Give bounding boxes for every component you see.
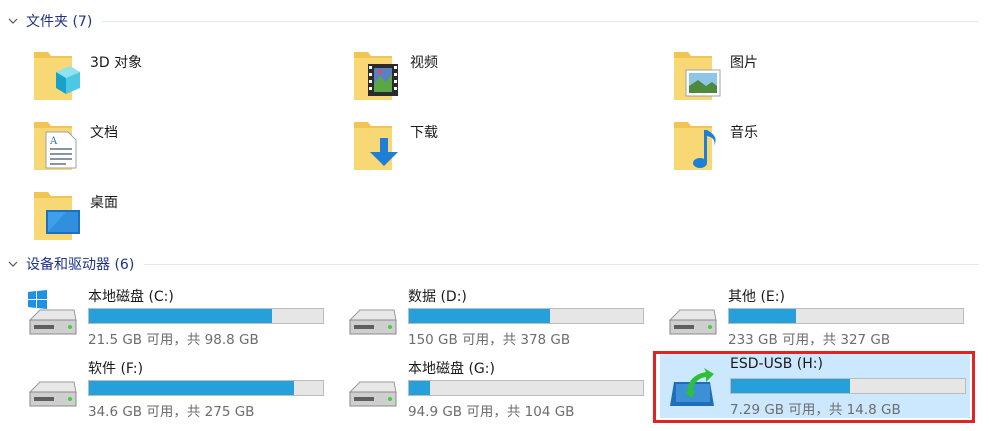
- drive-usage-bar: [728, 308, 964, 324]
- folder-3d-objects[interactable]: 3D 对象: [32, 44, 332, 106]
- hard-drive-icon: [28, 381, 77, 407]
- drive-name: 其他 (E:): [728, 289, 785, 305]
- folder-downloads[interactable]: 下载: [352, 114, 652, 176]
- folder-label: 桌面: [90, 195, 118, 211]
- pictures-folder-icon: [674, 52, 721, 100]
- drive-name: 数据 (D:): [408, 289, 467, 305]
- folder-videos[interactable]: 视频: [352, 44, 652, 106]
- drive-space-info: 94.9 GB 可用，共 104 GB: [408, 404, 575, 420]
- folder-label: 下载: [410, 125, 438, 141]
- drive-space-info: 233 GB 可用，共 327 GB: [728, 332, 891, 348]
- highlight-annotation-box: [653, 351, 975, 423]
- drive-space-info: 34.6 GB 可用，共 275 GB: [88, 404, 255, 420]
- music-folder-icon: [674, 122, 716, 170]
- drive-d[interactable]: 数据 (D:) 150 GB 可用，共 378 GB: [346, 284, 656, 348]
- folder-pictures[interactable]: 图片: [672, 44, 972, 106]
- drive-name: 本地磁盘 (G:): [408, 361, 495, 377]
- folder-label: 视频: [410, 55, 438, 71]
- drive-usage-fill: [89, 309, 272, 323]
- folder-desktop[interactable]: 桌面: [32, 184, 332, 246]
- videos-folder-icon: [354, 52, 398, 100]
- folder-music[interactable]: 音乐: [672, 114, 972, 176]
- folder-label: 3D 对象: [90, 55, 143, 71]
- windows-drive-icon: [28, 290, 77, 335]
- drive-c[interactable]: 本地磁盘 (C:) 21.5 GB 可用，共 98.8 GB: [26, 284, 336, 348]
- hard-drive-icon: [668, 309, 717, 335]
- folder-label: 图片: [730, 55, 758, 71]
- drive-f[interactable]: 软件 (F:) 34.6 GB 可用，共 275 GB: [26, 356, 336, 420]
- hard-drive-icon: [348, 309, 397, 335]
- folder-label: 音乐: [730, 125, 758, 141]
- svg-text:A: A: [49, 136, 58, 147]
- desktop-folder-icon: [34, 192, 80, 240]
- drive-g[interactable]: 本地磁盘 (G:) 94.9 GB 可用，共 104 GB: [346, 356, 656, 420]
- downloads-folder-icon: [354, 122, 398, 170]
- group-divider: [102, 20, 979, 22]
- group-divider: [144, 263, 979, 265]
- folders-group-header[interactable]: 文件夹 (7): [0, 10, 989, 32]
- drive-name: 本地磁盘 (C:): [88, 289, 174, 305]
- drives-group-header[interactable]: 设备和驱动器 (6): [0, 253, 989, 275]
- drive-usage-bar: [88, 308, 324, 324]
- 3d-objects-folder-icon: [34, 52, 80, 100]
- folders-group-title: 文件夹 (7): [26, 14, 93, 30]
- drive-usage-fill: [89, 381, 294, 395]
- drive-space-info: 21.5 GB 可用，共 98.8 GB: [88, 332, 259, 348]
- drive-usage-bar: [408, 380, 644, 396]
- hard-drive-icon: [348, 381, 397, 407]
- drive-usage-fill: [409, 381, 430, 395]
- drives-group-title: 设备和驱动器 (6): [26, 257, 135, 273]
- chevron-down-icon: [8, 261, 18, 267]
- folder-documents[interactable]: A 文档: [32, 114, 332, 176]
- chevron-down-icon: [8, 18, 18, 24]
- drive-usage-bar: [88, 380, 324, 396]
- drive-usage-bar: [408, 308, 644, 324]
- documents-folder-icon: A: [34, 122, 77, 170]
- folder-label: 文档: [90, 125, 118, 141]
- drive-usage-fill: [409, 309, 551, 323]
- drive-name: 软件 (F:): [88, 361, 144, 377]
- drive-usage-fill: [729, 309, 797, 323]
- drive-e[interactable]: 其他 (E:) 233 GB 可用，共 327 GB: [666, 284, 976, 348]
- drive-space-info: 150 GB 可用，共 378 GB: [408, 332, 571, 348]
